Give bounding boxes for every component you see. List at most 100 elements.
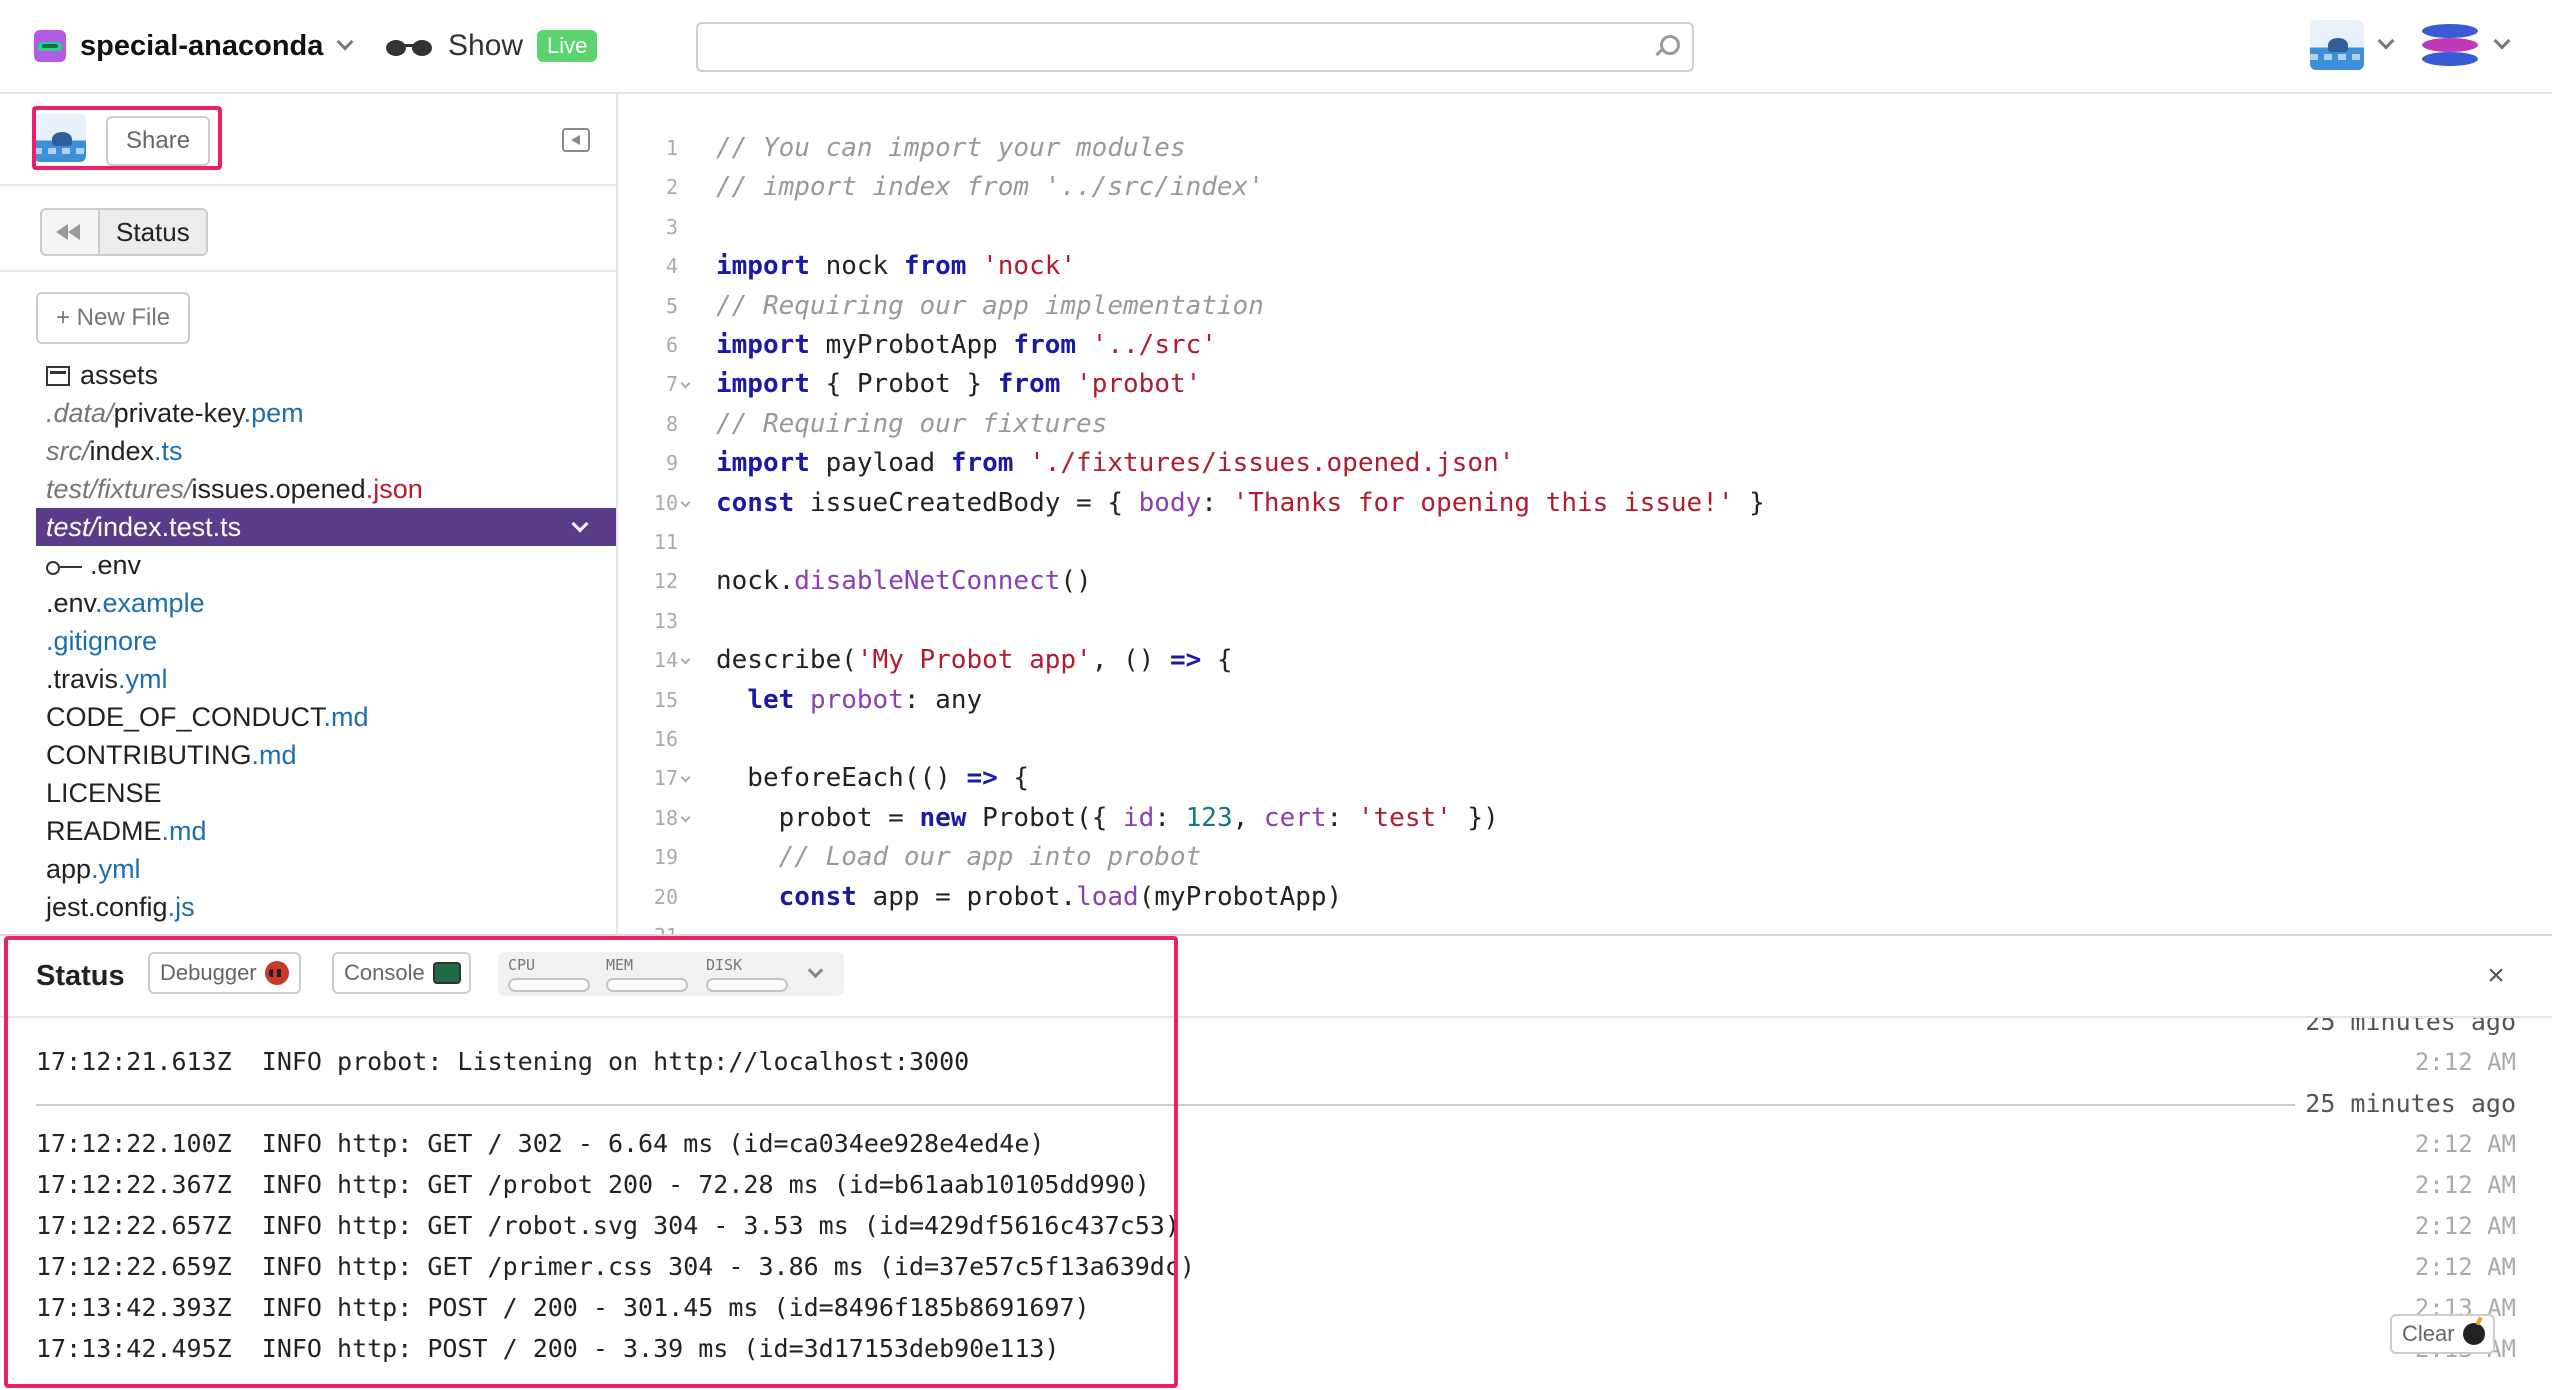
file-name: app (46, 854, 92, 884)
log-line: 17:12:22.100Z INFO http: GET / 302 - 6.6… (36, 1129, 1045, 1158)
status-button[interactable]: Status (100, 210, 206, 254)
rewind-icon (56, 224, 68, 240)
disk-metric: DISK (706, 956, 790, 992)
bomb-icon (2462, 1323, 2485, 1345)
file-ext: .md (323, 702, 369, 732)
line-number: 10 (653, 490, 678, 515)
log-line: 17:12:22.367Z INFO http: GET /probot 200… (36, 1170, 1150, 1199)
log-separator: 25 minutes ago (36, 1088, 2516, 1120)
file-name: index.test.ts (97, 512, 242, 542)
file-ext: .yml (118, 664, 168, 694)
code-text: import { Probot } from 'probot' (716, 369, 1202, 400)
file-ext: .md (251, 740, 297, 770)
rewind-button[interactable] (42, 210, 100, 254)
file-name: .env (90, 550, 142, 580)
show-label: Show (448, 29, 524, 62)
line-number: 18 (653, 805, 678, 830)
file-list: assets .data/private-key.pem src/index.ts t… (36, 356, 616, 926)
search-input[interactable] (698, 24, 1692, 70)
file-item[interactable]: .travis.yml (36, 660, 616, 698)
file-item[interactable]: .gitignore (36, 622, 616, 660)
line-number: 19 (653, 845, 678, 870)
file-item[interactable]: assets (36, 356, 616, 394)
terminal-icon (432, 962, 461, 984)
log-output: 25 minutes ago 17:12:21.613Z INFO probot:… (0, 1018, 2552, 1390)
file-item[interactable]: LICENSE (36, 774, 616, 812)
log-timestamp: 2:12 AM (2414, 1253, 2516, 1281)
mem-label: MEM (606, 956, 634, 974)
file-item[interactable]: app.yml (36, 850, 616, 888)
log-line: 17:12:22.657Z INFO http: GET /robot.svg … (36, 1211, 1180, 1240)
line-number: 7 (665, 372, 678, 397)
fold-chevron-icon[interactable] (680, 497, 691, 508)
chevron-down-icon (336, 33, 354, 51)
file-item[interactable]: README.md (36, 812, 616, 850)
close-icon[interactable]: × (2480, 960, 2512, 992)
file-name: README (46, 816, 162, 846)
console-button[interactable]: Console (332, 952, 471, 994)
disk-bar (706, 978, 788, 992)
debugger-button[interactable]: Debugger (148, 952, 301, 994)
sidebar: Share Status + New File assets .data/priv… (0, 94, 618, 934)
clear-label: Clear (2402, 1321, 2455, 1346)
chevron-down-icon[interactable] (807, 962, 824, 979)
code-text: nock.disableNetConnect() (716, 566, 1092, 597)
file-name: assets (80, 360, 159, 390)
file-name: .travis (46, 664, 119, 694)
file-item[interactable]: jest.config.js (36, 888, 616, 926)
line-number: 5 (665, 293, 678, 318)
file-name: issues.opened (191, 474, 366, 504)
log-line: 17:13:42.393Z INFO http: POST / 200 - 30… (36, 1293, 1090, 1322)
code-text: // Load our app into probot (716, 842, 1202, 873)
file-item[interactable]: .env (36, 546, 616, 584)
log-line: 17:12:21.613Z INFO probot: Listening on … (36, 1047, 970, 1076)
line-number: 4 (665, 254, 678, 279)
file-item[interactable]: CODE_OF_CONDUCT.md (36, 698, 616, 736)
line-number: 12 (653, 569, 678, 594)
status-panel: Status Debugger Console CPU MEM DISK × 2… (0, 934, 2552, 1390)
code-editor[interactable]: 1 // You can import your modules 2 // impor… (620, 94, 2552, 934)
clear-button[interactable]: Clear (2390, 1314, 2495, 1354)
sunglasses-icon (384, 32, 440, 60)
status-button-group: Status (40, 208, 208, 256)
file-name: index (89, 436, 155, 466)
separator-label: 25 minutes ago (2295, 1088, 2516, 1120)
new-file-button[interactable]: + New File (36, 292, 191, 344)
file-item[interactable]: test/fixtures/issues.opened.json (36, 470, 616, 508)
file-ext: .pem (243, 398, 304, 428)
file-name: jest.config (46, 892, 168, 922)
file-item[interactable]: .data/private-key.pem (36, 394, 616, 432)
cpu-bar (508, 978, 590, 992)
file-item[interactable]: .env.example (36, 584, 616, 622)
top-bar: special-anaconda Show Live (0, 0, 2552, 94)
file-item-selected[interactable]: test/index.test.ts (36, 508, 616, 546)
code-text: let probot: any (747, 684, 983, 715)
file-ext: .example (95, 588, 205, 618)
team-menu[interactable] (2420, 20, 2511, 70)
file-item[interactable]: CONTRIBUTING.md (36, 736, 616, 774)
log-timestamp: 2:12 AM (2414, 1048, 2516, 1076)
key-icon (46, 560, 84, 575)
log-separator: 25 minutes ago (36, 1018, 2516, 1038)
file-item[interactable]: src/index.ts (36, 432, 616, 470)
search-icon[interactable] (1652, 34, 1680, 60)
log-timestamp: 2:12 AM (2414, 1171, 2516, 1199)
code-text: const app = probot.load(myProbotApp) (778, 881, 1343, 912)
line-number: 17 (653, 766, 678, 791)
log-line: 17:13:42.495Z INFO http: POST / 200 - 3.… (36, 1334, 1060, 1363)
debugger-label: Debugger (160, 960, 257, 985)
resource-metrics[interactable]: CPU MEM DISK (498, 952, 844, 996)
fold-chevron-icon[interactable] (680, 772, 691, 783)
fold-chevron-icon[interactable] (680, 378, 691, 389)
code-text: // Requiring our fixtures (716, 408, 1108, 439)
project-menu[interactable]: special-anaconda (34, 26, 354, 66)
status-panel-header: Status Debugger Console CPU MEM DISK × (0, 936, 2552, 1018)
search-box (696, 22, 1694, 72)
fold-chevron-icon[interactable] (680, 654, 691, 665)
code-text: probot = new Probot({ id: 123, cert: 'te… (716, 802, 1499, 833)
chevron-down-icon[interactable] (571, 515, 589, 533)
show-button[interactable]: Show Live (384, 26, 598, 66)
collapse-sidebar-icon[interactable] (562, 128, 590, 152)
fold-chevron-icon[interactable] (680, 812, 691, 823)
user-menu[interactable] (2310, 20, 2395, 70)
